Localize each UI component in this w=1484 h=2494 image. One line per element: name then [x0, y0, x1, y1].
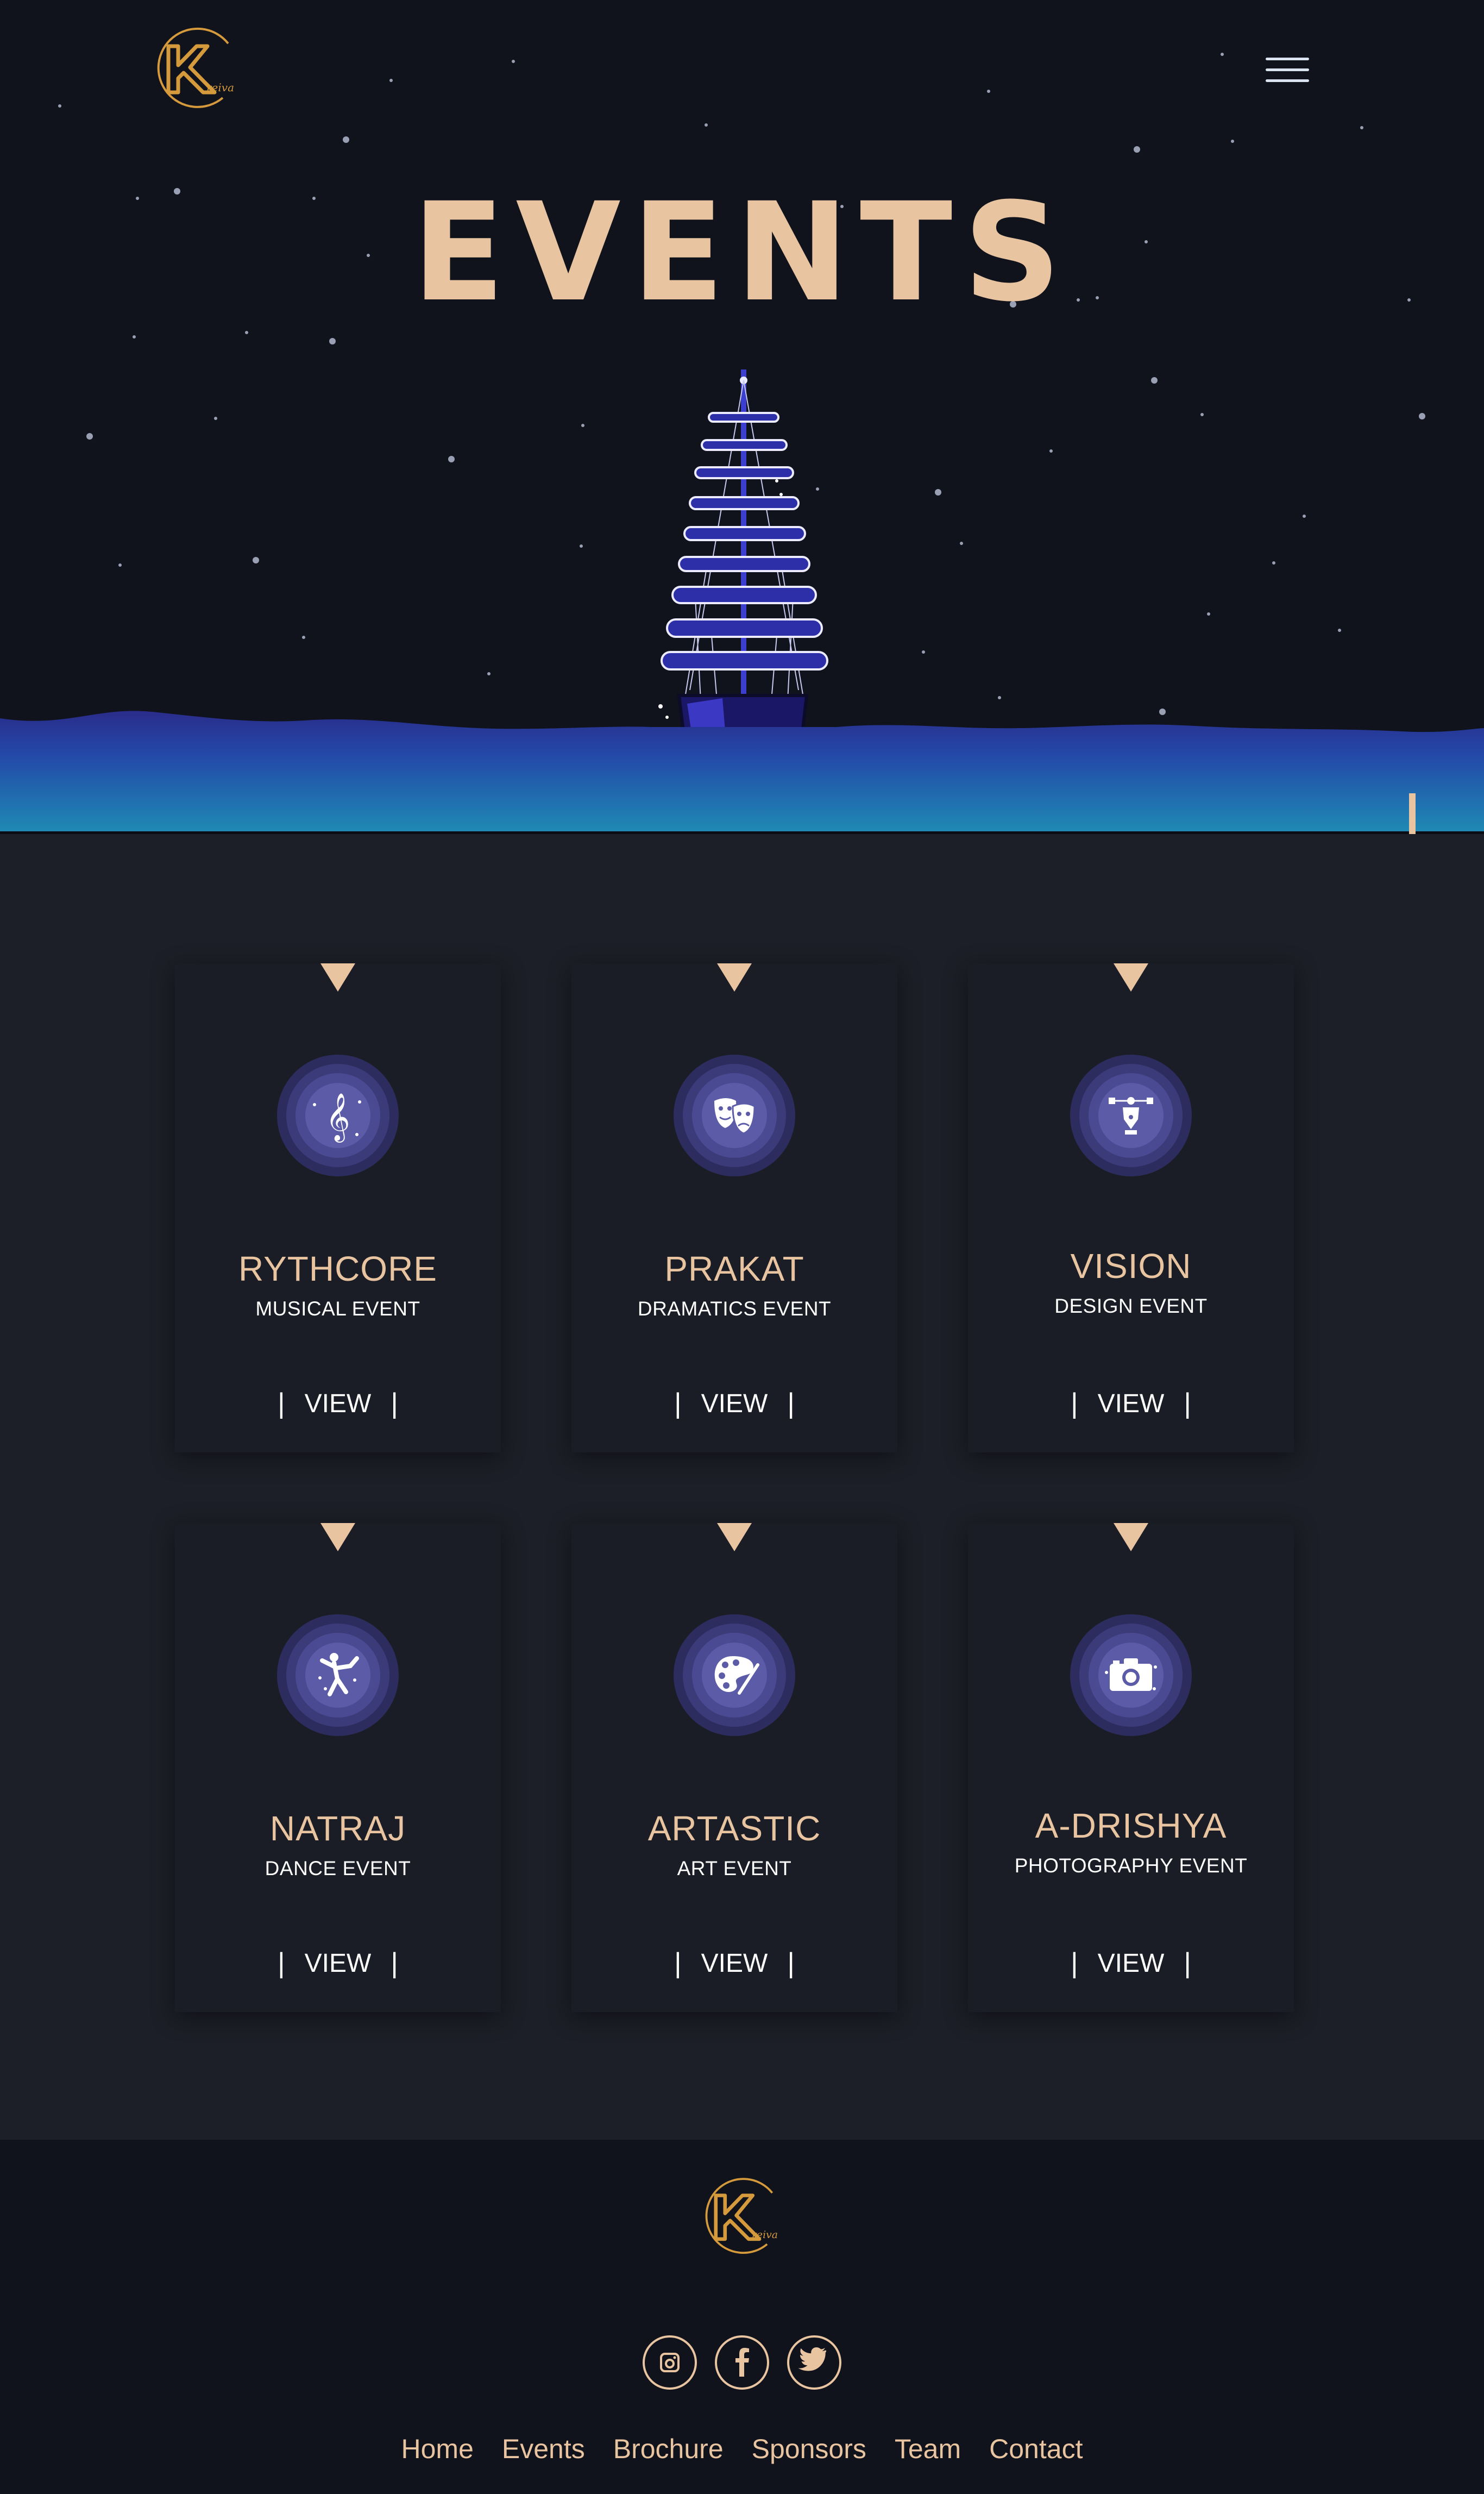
kreiva-logo[interactable]: reiva [147, 22, 244, 120]
page-title: EVENTS [412, 173, 1072, 331]
footer-link-events[interactable]: Events [502, 2433, 585, 2465]
view-button[interactable]: | VIEW | [270, 1941, 406, 1985]
view-label: VIEW [304, 1389, 372, 1418]
divider: | [674, 1947, 682, 1979]
hamburger-menu-icon[interactable] [1263, 54, 1312, 87]
twitter-icon[interactable] [787, 2335, 841, 2390]
event-title: PRAKAT [664, 1249, 804, 1288]
footer-link-contact[interactable]: Contact [989, 2433, 1083, 2465]
divider: | [787, 1947, 795, 1979]
event-subtitle: DRAMATICS EVENT [637, 1298, 832, 1320]
event-card-vision: VISION DESIGN EVENT | VIEW | [968, 963, 1294, 1452]
arrow-down-icon[interactable] [1391, 793, 1434, 834]
view-button[interactable]: | VIEW | [1063, 1941, 1199, 1985]
divider: | [391, 1947, 398, 1979]
dancer-icon [277, 1614, 399, 1736]
view-label: VIEW [701, 1948, 768, 1978]
view-label: VIEW [304, 1948, 372, 1978]
palette-icon [674, 1614, 795, 1736]
event-subtitle: PHOTOGRAPHY EVENT [1014, 1854, 1248, 1877]
pen-tool-icon [1070, 1055, 1192, 1176]
view-label: VIEW [701, 1389, 768, 1418]
event-card-prakat: PRAKAT DRAMATICS EVENT | VIEW | [571, 963, 897, 1452]
event-title: VISION [1070, 1246, 1192, 1286]
camera-icon [1070, 1614, 1192, 1736]
theatre-masks-icon [674, 1055, 795, 1176]
treble-clef-icon: 𝄞 [277, 1055, 399, 1176]
divider: | [1184, 1388, 1191, 1419]
event-title: RYTHCORE [238, 1249, 437, 1288]
divider: | [278, 1947, 285, 1979]
card-notch-icon [717, 963, 752, 992]
event-subtitle: ART EVENT [677, 1857, 792, 1879]
card-notch-icon [1114, 1523, 1148, 1551]
event-subtitle: DANCE EVENT [265, 1857, 411, 1879]
footer-link-sponsors[interactable]: Sponsors [752, 2433, 866, 2465]
footer-link-home[interactable]: Home [401, 2433, 474, 2465]
event-card-natraj: NATRAJ DANCE EVENT | VIEW | [175, 1523, 501, 2012]
divider: | [787, 1388, 795, 1419]
footer-link-brochure[interactable]: Brochure [613, 2433, 724, 2465]
event-title: NATRAJ [269, 1809, 406, 1848]
card-notch-icon [320, 1523, 355, 1551]
divider: | [674, 1388, 682, 1419]
card-notch-icon [717, 1523, 752, 1551]
footer-link-team[interactable]: Team [895, 2433, 961, 2465]
divider: | [278, 1388, 285, 1419]
svg-text:reiva: reiva [752, 2229, 778, 2241]
svg-text:reiva: reiva [206, 81, 234, 94]
view-button[interactable]: | VIEW | [666, 1941, 802, 1985]
event-card-rythcore: 𝄞 RYTHCORE MUSICAL EVENT | VIEW | [175, 963, 501, 1452]
footer-nav: Home Events Brochure Sponsors Team Conta… [0, 2433, 1484, 2465]
event-card-a-drishya: A-DRISHYA PHOTOGRAPHY EVENT | VIEW | [968, 1523, 1294, 2012]
kreiva-logo[interactable]: reiva [695, 2172, 788, 2265]
view-label: VIEW [1097, 1389, 1165, 1418]
footer: reiva Home Events Brochure Sponsors Team… [0, 2140, 1484, 2494]
facebook-icon[interactable] [715, 2335, 769, 2390]
hero-section: reiva EVENTS [0, 0, 1484, 834]
view-button[interactable]: | VIEW | [666, 1382, 802, 1425]
event-title: A-DRISHYA [1035, 1806, 1227, 1845]
sea-waves [0, 711, 1484, 834]
view-button[interactable]: | VIEW | [1063, 1382, 1199, 1425]
event-subtitle: DESIGN EVENT [1054, 1295, 1208, 1317]
divider: | [391, 1388, 398, 1419]
divider: | [1071, 1947, 1078, 1979]
instagram-icon[interactable] [643, 2335, 697, 2390]
view-button[interactable]: | VIEW | [270, 1382, 406, 1425]
svg-text:𝄞: 𝄞 [326, 1092, 350, 1143]
card-notch-icon [1114, 963, 1148, 992]
divider: | [1071, 1388, 1078, 1419]
event-card-artastic: ARTASTIC ART EVENT | VIEW | [571, 1523, 897, 2012]
card-notch-icon [320, 963, 355, 992]
view-label: VIEW [1097, 1948, 1165, 1978]
event-title: ARTASTIC [647, 1809, 821, 1848]
event-subtitle: MUSICAL EVENT [255, 1298, 420, 1320]
divider: | [1184, 1947, 1191, 1979]
